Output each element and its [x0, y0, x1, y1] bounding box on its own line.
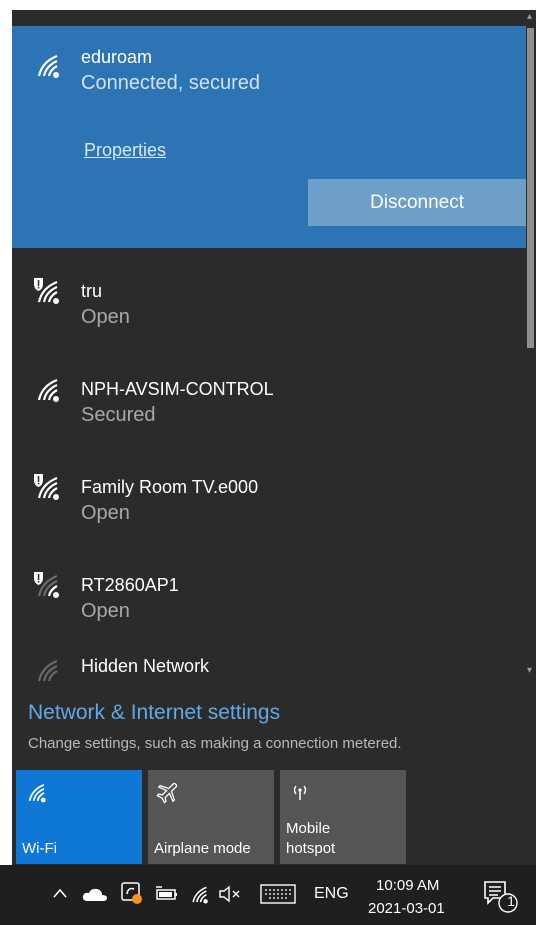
scroll-down-icon[interactable]: ▾ [527, 666, 532, 676]
notification-count-badge: 1 [507, 893, 515, 909]
taskbar: ENG 10:09 AM 2021-03-01 1 [0, 865, 536, 925]
network-name: Hidden Network [81, 656, 210, 676]
network-item[interactable]: Hidden Network [12, 640, 526, 684]
clock-date[interactable]: 2021-03-01 [368, 900, 445, 917]
wifi-tray-icon[interactable] [188, 883, 210, 905]
network-item[interactable]: Family Room TV.e000 Open [12, 444, 526, 542]
network-name: Family Room TV.e000 [81, 477, 259, 497]
network-name: tru [81, 281, 103, 301]
connected-network-name: eduroam [81, 47, 153, 67]
wifi-signal-icon [37, 378, 59, 402]
wifi-weak-shield-icon [34, 572, 59, 598]
network-status: Open [81, 306, 130, 328]
tile-label: Mobile hotspot [286, 820, 336, 857]
input-language[interactable]: ENG [314, 885, 349, 903]
network-status: Open [81, 502, 130, 524]
wifi-icon [28, 783, 46, 803]
network-settings-description: Change settings, such as making a connec… [28, 735, 402, 752]
network-name: NPH-AVSIM-CONTROL [81, 379, 274, 399]
network-item[interactable]: tru Open [12, 248, 526, 346]
disconnect-button[interactable]: Disconnect [308, 179, 526, 226]
tile-airplane-mode[interactable]: Airplane mode [148, 770, 274, 864]
hotspot-icon [293, 785, 307, 800]
tile-label: Wi-Fi [22, 840, 57, 857]
tile-mobile-hotspot[interactable]: Mobile hotspot [280, 770, 406, 864]
wifi-open-shield-icon [34, 278, 59, 304]
network-flyout: eduroam Connected, secured Properties Di… [12, 10, 526, 865]
show-hidden-icons-icon[interactable] [52, 887, 68, 899]
security-update-icon[interactable] [120, 881, 144, 905]
wifi-signal-icon [37, 54, 59, 78]
tile-label: Airplane mode [154, 840, 251, 857]
battery-icon[interactable] [154, 885, 180, 903]
network-item[interactable]: RT2860AP1 Open [12, 542, 526, 640]
volume-muted-icon[interactable] [218, 885, 246, 903]
network-settings-link[interactable]: Network & Internet settings [28, 701, 280, 725]
network-status: Secured [81, 404, 156, 426]
network-status: Open [81, 600, 130, 622]
connected-network-status: Connected, secured [81, 72, 261, 94]
onedrive-icon[interactable] [82, 887, 108, 903]
clock-time[interactable]: 10:09 AM [376, 877, 439, 894]
touch-keyboard-icon[interactable] [260, 884, 296, 904]
airplane-icon [156, 782, 178, 804]
tile-wifi[interactable]: Wi-Fi [16, 770, 142, 864]
scroll-up-icon[interactable]: ▴ [527, 12, 532, 22]
connected-network[interactable]: eduroam Connected, secured Properties Di… [12, 26, 526, 248]
wifi-weak-icon [37, 659, 58, 682]
scrollbar-thumb[interactable] [527, 28, 534, 348]
scrollbar[interactable]: ▴ ▾ [526, 10, 536, 865]
properties-link[interactable]: Properties [84, 140, 166, 161]
network-item[interactable]: NPH-AVSIM-CONTROL Secured [12, 346, 526, 444]
network-name: RT2860AP1 [81, 575, 179, 595]
wifi-open-shield-icon [34, 474, 59, 500]
